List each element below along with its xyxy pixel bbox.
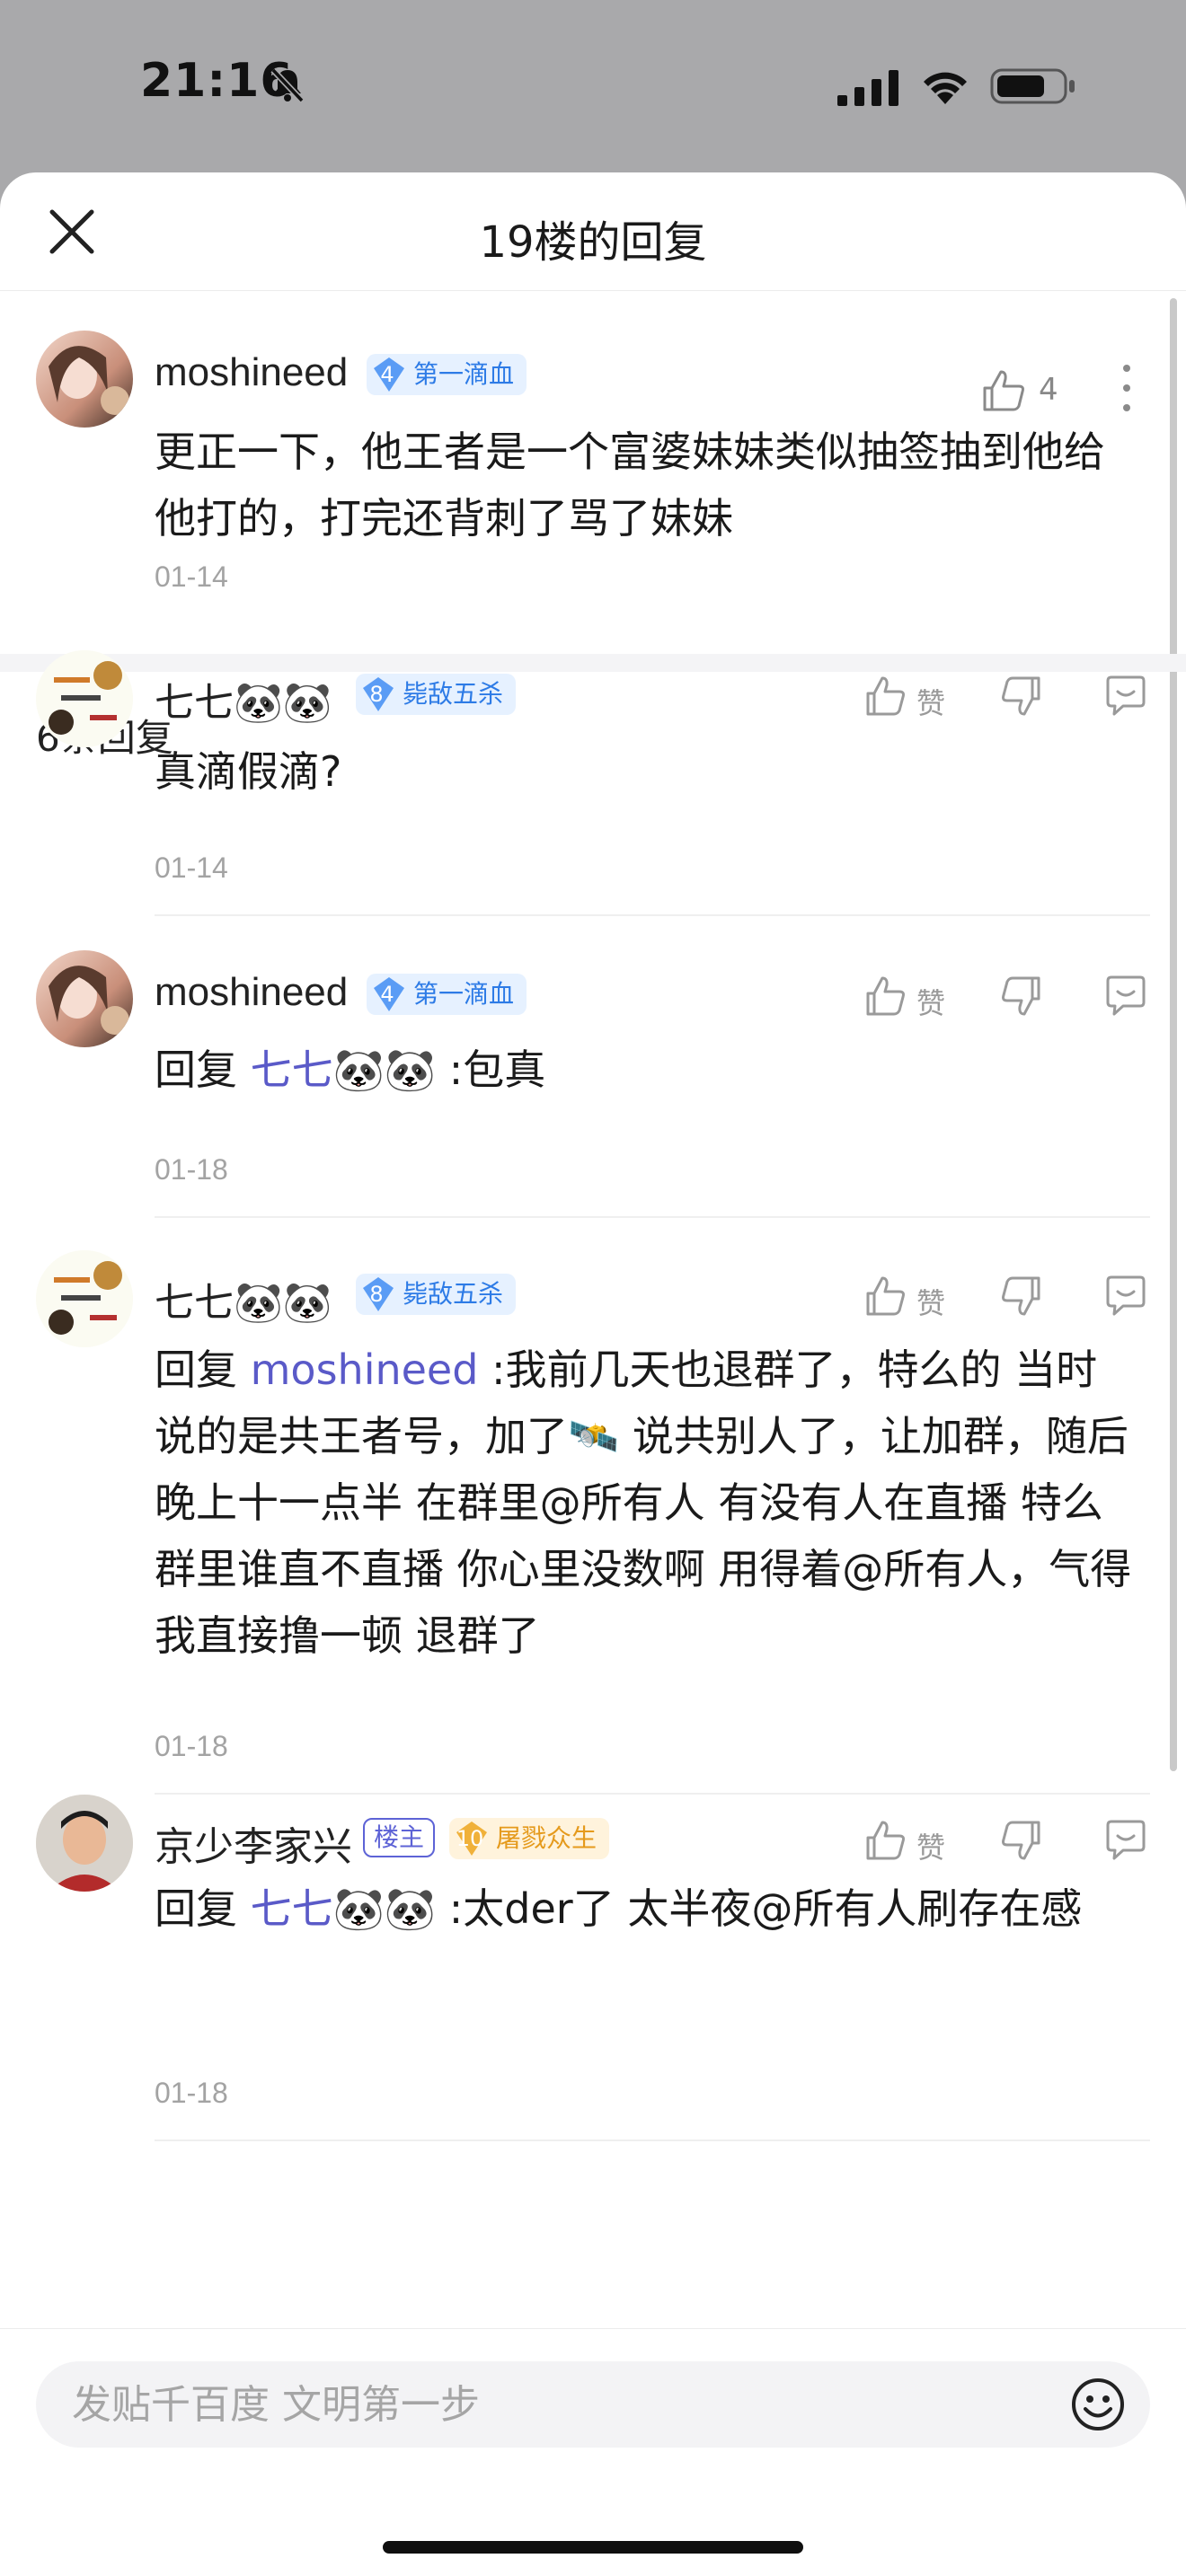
reply-date: 01-18 xyxy=(155,1153,228,1186)
thumbs-down-icon[interactable] xyxy=(999,974,1044,1019)
input-bar xyxy=(0,2328,1186,2576)
thumbs-up-icon[interactable] xyxy=(863,1274,907,1319)
like-label[interactable]: 赞 xyxy=(916,1825,945,1866)
reply-sheet: 19楼的回复 moshineed 4 第一滴血 4 更正一下，他王者是一个富婆妹… xyxy=(0,172,1186,2576)
username[interactable]: 七七🐼🐼 xyxy=(155,670,332,728)
thumbs-up-icon[interactable] xyxy=(863,1818,907,1863)
like-label[interactable]: 赞 xyxy=(916,681,945,722)
status-bar: 21:16 xyxy=(0,0,1186,171)
more-icon[interactable] xyxy=(1120,361,1134,415)
op-badge: 楼主 xyxy=(363,1818,436,1857)
like-count: 4 xyxy=(1039,372,1058,408)
reply-content: 回复 moshineed :我前几天也退群了，特么的 当时说的是共王者号，加了🛰… xyxy=(155,1337,1134,1669)
level-number: 8 xyxy=(369,682,384,707)
level-badge: 4 第一滴血 xyxy=(367,974,527,1015)
divider xyxy=(155,2139,1150,2141)
reply-text: :太der了 太半夜@所有人刷存在感 xyxy=(436,1884,1083,1933)
avatar[interactable] xyxy=(36,950,133,1047)
comment-icon[interactable] xyxy=(1103,974,1148,1019)
mention-link[interactable]: 七七🐼🐼 xyxy=(251,1045,437,1094)
reply-content: 真滴假滴? xyxy=(155,738,1134,805)
level-number: 10 xyxy=(456,1826,484,1851)
badge-label: 毙敌五杀 xyxy=(403,1279,504,1309)
home-indicator xyxy=(383,2541,803,2554)
like-label[interactable]: 赞 xyxy=(916,981,945,1022)
level-badge: 4 第一滴血 xyxy=(367,354,527,395)
reply-content: 回复 七七🐼🐼 :太der了 太半夜@所有人刷存在感 xyxy=(155,1875,1134,1942)
divider xyxy=(155,1216,1150,1218)
reply-date: 01-14 xyxy=(155,851,228,884)
wifi-icon xyxy=(924,72,967,104)
thumbs-down-icon[interactable] xyxy=(999,1274,1044,1319)
thumbs-down-icon[interactable] xyxy=(999,674,1044,719)
level-number: 4 xyxy=(380,362,394,387)
mention-link[interactable]: moshineed xyxy=(251,1345,479,1394)
username[interactable]: 七七🐼🐼 xyxy=(155,1270,332,1328)
reply-content: 回复 七七🐼🐼 :包真 xyxy=(155,1037,1134,1103)
avatar[interactable] xyxy=(36,331,133,428)
level-number: 4 xyxy=(380,982,394,1007)
battery-icon xyxy=(990,68,1075,104)
like-label[interactable]: 赞 xyxy=(916,1281,945,1322)
thumbs-up-icon[interactable] xyxy=(863,674,907,719)
thumbs-up-icon[interactable] xyxy=(863,974,907,1019)
level-badge: 8 毙敌五杀 xyxy=(356,674,517,715)
badge-label: 第一滴血 xyxy=(413,979,515,1009)
divider xyxy=(0,654,1186,672)
post-date: 01-14 xyxy=(155,560,228,593)
avatar[interactable] xyxy=(36,650,133,747)
avatar[interactable] xyxy=(36,1250,133,1347)
post-content: 更正一下，他王者是一个富婆妹妹类似抽签抽到他给他打的，打完还背刺了骂了妹妹 xyxy=(155,428,1105,543)
badge-label: 毙敌五杀 xyxy=(403,679,504,709)
reply-text: 真滴假滴? xyxy=(155,747,342,796)
level-badge: 10 屠戮众生 xyxy=(449,1818,610,1859)
username[interactable]: moshineed xyxy=(155,350,348,395)
page-title: 19楼的回复 xyxy=(479,217,707,268)
reply-prefix: 回复 xyxy=(155,1045,251,1094)
main-post: moshineed 4 第一滴血 4 更正一下，他王者是一个富婆妹妹类似抽签抽到… xyxy=(0,291,1186,659)
username[interactable]: moshineed xyxy=(155,970,348,1015)
reply-date: 01-18 xyxy=(155,1730,228,1762)
reply-text: :包真 xyxy=(436,1045,546,1094)
comment-icon[interactable] xyxy=(1103,674,1148,719)
badge-label: 第一滴血 xyxy=(413,359,515,389)
divider xyxy=(155,914,1150,916)
bell-muted-icon xyxy=(270,67,305,103)
username[interactable]: 京少李家兴 xyxy=(155,1814,352,1872)
comment-icon[interactable] xyxy=(1103,1818,1148,1863)
signal-icon xyxy=(837,70,898,106)
level-number: 8 xyxy=(369,1282,384,1307)
thumbs-down-icon[interactable] xyxy=(999,1818,1044,1863)
badge-label: 屠戮众生 xyxy=(496,1823,597,1853)
mention-link[interactable]: 七七🐼🐼 xyxy=(251,1884,437,1933)
comment-icon[interactable] xyxy=(1103,1274,1148,1319)
avatar-image xyxy=(49,346,129,415)
emoji-icon[interactable] xyxy=(1069,2376,1127,2433)
avatar[interactable] xyxy=(36,1795,133,1892)
reply-prefix: 回复 xyxy=(155,1345,251,1394)
divider xyxy=(155,1793,1150,1795)
reply-prefix: 回复 xyxy=(155,1884,251,1933)
level-badge: 8 毙敌五杀 xyxy=(356,1274,517,1315)
reply-date: 01-18 xyxy=(155,2077,228,2109)
thumbs-up-icon[interactable] xyxy=(979,366,1028,415)
sheet-header: 19楼的回复 xyxy=(0,172,1186,291)
comment-input[interactable] xyxy=(36,2361,1150,2448)
